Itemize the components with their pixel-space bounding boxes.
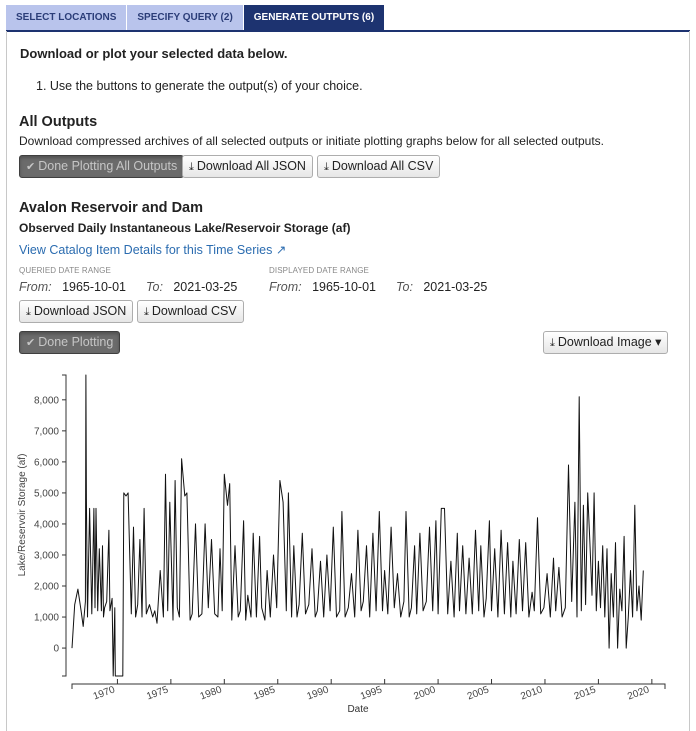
tab-bar: SELECT LOCATIONS SPECIFY QUERY (2) GENER… [6,5,386,31]
queried-from: From: 1965-10-01 [19,280,126,294]
y-tick-label: 2,000 [34,582,59,593]
queried-to: To: 2021-03-25 [146,280,237,294]
from-label: From: [19,280,52,294]
download-icon: ⤓ [189,161,194,173]
check-icon: ✔ [26,161,36,173]
x-tick-label: 2015 [573,684,598,702]
y-tick-label: 5,000 [34,488,59,499]
all-outputs-description: Download compressed archives of all sele… [19,134,604,148]
queried-from-value: 1965-10-01 [62,280,127,294]
done-plotting-all-button[interactable]: ✔ Done Plotting All Outputs [19,155,185,178]
tab-select-locations[interactable]: SELECT LOCATIONS [6,5,128,31]
from-label: From: [269,280,302,294]
x-tick-label: 1995 [359,684,384,702]
x-tick-label: 2020 [626,684,651,702]
download-json-label: Download JSON [33,304,127,318]
x-tick-label: 2005 [466,684,491,702]
y-tick-label: 1,000 [34,613,59,624]
tab-generate-outputs[interactable]: GENERATE OUTPUTS (6) [243,5,386,31]
done-plotting-all-label: Done Plotting All Outputs [38,159,178,173]
download-icon: ⤓ [324,161,329,173]
y-axis-title: Lake/Reservoir Storage (af) [17,454,28,577]
done-plotting-button[interactable]: ✔ Done Plotting [19,331,121,354]
displayed-from-value: 1965-10-01 [312,280,377,294]
download-all-json-button[interactable]: ⤓ Download All JSON [182,155,313,178]
queried-to-value: 2021-03-25 [173,280,238,294]
y-axis: 0 1,000 2,000 3,000 4,000 5,000 6,000 7,000 8,00… [34,374,67,677]
site-title: Avalon Reservoir and Dam [19,200,203,216]
download-icon: ⤓ [550,337,555,349]
y-tick-label: 7,000 [34,426,59,437]
y-axis-line [62,374,67,677]
download-all-json-label: Download All JSON [196,159,306,173]
series-title: Observed Daily Instantaneous Lake/Reserv… [19,221,351,235]
download-all-csv-label: Download All CSV [331,159,434,173]
caret-down-icon: ▾ [655,335,662,349]
download-icon: ⤓ [144,306,149,318]
displayed-range-label: Displayed Date Range [269,266,369,275]
displayed-to-value: 2021-03-25 [423,280,488,294]
external-link-icon: ↗ [275,243,287,257]
storage-chart: 0 1,000 2,000 3,000 4,000 5,000 6,000 7,000 8,00… [17,374,666,715]
download-image-label: Download Image [557,335,652,349]
to-label: To: [146,280,163,294]
catalog-details-link[interactable]: View Catalog Item Details for this Time … [19,242,286,257]
done-plotting-label: Done Plotting [38,335,114,349]
displayed-from: From: 1965-10-01 [269,280,376,294]
download-all-csv-button[interactable]: ⤓ Download All CSV [317,155,441,178]
check-icon: ✔ [26,337,36,349]
download-image-dropdown[interactable]: ⤓ Download Image ▾ [543,331,669,354]
x-tick-label: 1970 [92,684,117,702]
y-tick-label: 3,000 [34,550,59,561]
x-tick-label: 1980 [199,684,224,702]
x-axis: 1970 1975 1980 1985 1990 1995 2000 2005 2010 2015… [71,679,666,702]
all-outputs-title: All Outputs [19,114,98,130]
queried-range-label: Queried Date Range [19,266,111,275]
x-tick-label: 1990 [306,684,331,702]
x-tick-label: 2010 [519,684,544,702]
intro-heading: Download or plot your selected data belo… [20,46,288,61]
y-tick-label: 6,000 [34,457,59,468]
x-tick-label: 2000 [412,684,437,702]
y-tick-label: 4,000 [34,519,59,530]
instruction-step: 1. Use the buttons to generate the outpu… [36,79,363,93]
to-label: To: [396,280,413,294]
download-csv-button[interactable]: ⤓ Download CSV [137,300,244,323]
download-csv-label: Download CSV [151,304,237,318]
catalog-details-label: View Catalog Item Details for this Time … [19,243,273,257]
download-json-button[interactable]: ⤓ Download JSON [19,300,134,323]
tab-specify-query[interactable]: SPECIFY QUERY (2) [127,5,244,31]
series-line [71,374,644,677]
y-tick-label: 8,000 [34,395,59,406]
displayed-to: To: 2021-03-25 [396,280,487,294]
x-axis-title: Date [347,704,369,715]
x-tick-label: 1975 [145,684,170,702]
download-icon: ⤓ [26,306,31,318]
y-tick-label: 0 [53,644,59,655]
x-tick-label: 1985 [252,684,277,702]
